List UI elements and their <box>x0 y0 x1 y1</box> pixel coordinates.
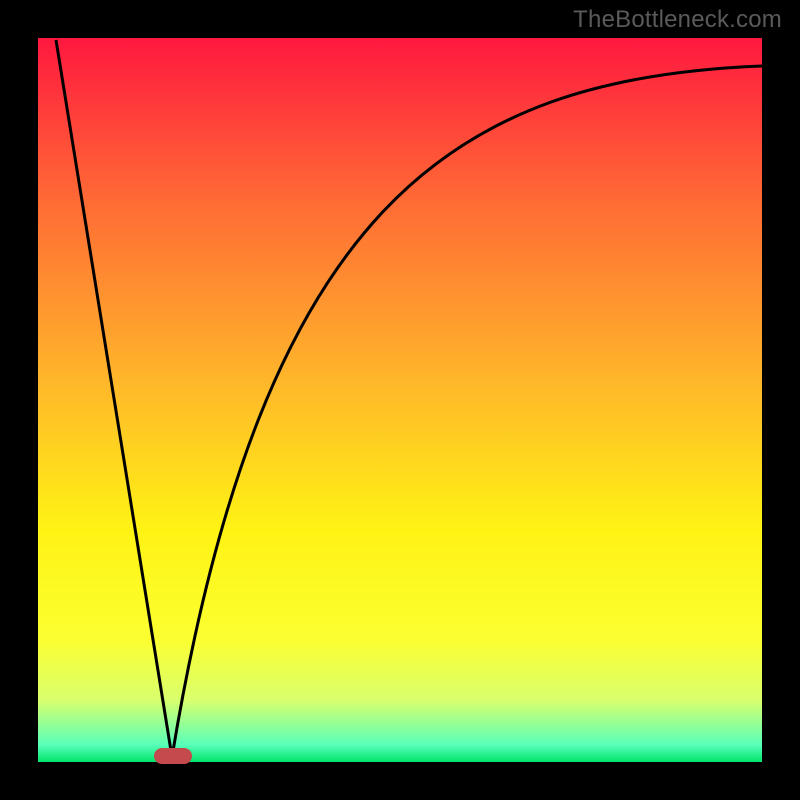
plot-svg <box>0 0 800 800</box>
plot-background <box>38 38 762 762</box>
chart-canvas: TheBottleneck.com <box>0 0 800 800</box>
watermark-text: TheBottleneck.com <box>573 6 782 34</box>
optimal-marker <box>154 748 192 764</box>
